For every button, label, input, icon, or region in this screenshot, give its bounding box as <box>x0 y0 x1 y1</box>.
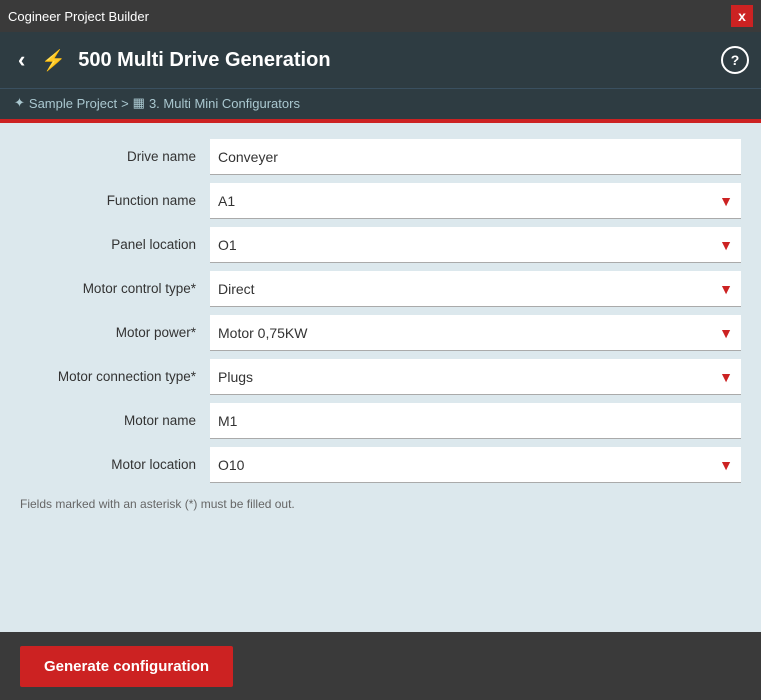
select-motor-location[interactable]: O10O11O12 <box>210 447 741 482</box>
select-wrapper-motor-connection-type: PlugsFixed▼ <box>210 359 741 395</box>
label-motor-power: Motor power* <box>20 324 210 342</box>
select-panel-location[interactable]: O1O2O3 <box>210 227 741 262</box>
help-icon: ? <box>731 52 740 68</box>
header-left: ‹ ⚡ 500 Multi Drive Generation <box>12 43 331 77</box>
select-wrapper-function-name: A1A2B1B2▼ <box>210 183 741 219</box>
label-function-name: Function name <box>20 192 210 210</box>
form-row-panel-location: Panel locationO1O2O3▼ <box>20 227 741 263</box>
label-motor-name: Motor name <box>20 412 210 430</box>
back-icon: ‹ <box>18 47 25 73</box>
input-motor-name[interactable] <box>210 403 741 439</box>
window-title: Cogineer Project Builder <box>8 9 149 24</box>
label-motor-control-type: Motor control type* <box>20 280 210 298</box>
form-row-motor-name: Motor name <box>20 403 741 439</box>
content-area[interactable]: Drive nameFunction nameA1A2B1B2▼Panel lo… <box>0 123 761 632</box>
select-wrapper-motor-power: Motor 0,75KWMotor 1,5KWMotor 2,2KW▼ <box>210 315 741 351</box>
select-function-name[interactable]: A1A2B1B2 <box>210 183 741 218</box>
form-row-motor-power: Motor power*Motor 0,75KWMotor 1,5KWMotor… <box>20 315 741 351</box>
close-button[interactable]: x <box>731 5 753 27</box>
back-button[interactable]: ‹ <box>12 43 31 77</box>
label-panel-location: Panel location <box>20 236 210 254</box>
select-wrapper-motor-location: O10O11O12▼ <box>210 447 741 483</box>
select-wrapper-panel-location: O1O2O3▼ <box>210 227 741 263</box>
select-motor-control-type[interactable]: DirectStar-DeltaSoft Starter <box>210 271 741 306</box>
form-row-motor-connection-type: Motor connection type*PlugsFixed▼ <box>20 359 741 395</box>
form-row-drive-name: Drive name <box>20 139 741 175</box>
breadcrumb-page-icon: ▦ <box>133 95 145 111</box>
form-row-motor-control-type: Motor control type*DirectStar-DeltaSoft … <box>20 271 741 307</box>
header: ‹ ⚡ 500 Multi Drive Generation ? <box>0 32 761 88</box>
label-drive-name: Drive name <box>20 148 210 166</box>
select-motor-connection-type[interactable]: PlugsFixed <box>210 359 741 394</box>
breadcrumb: ✦ Sample Project > ▦ 3. Multi Mini Confi… <box>0 88 761 119</box>
breadcrumb-project: Sample Project <box>29 96 117 111</box>
label-motor-connection-type: Motor connection type* <box>20 368 210 386</box>
form-row-motor-location: Motor locationO10O11O12▼ <box>20 447 741 483</box>
breadcrumb-page: 3. Multi Mini Configurators <box>149 96 300 111</box>
input-drive-name[interactable] <box>210 139 741 175</box>
header-title: 500 Multi Drive Generation <box>78 49 330 72</box>
main-window: Cogineer Project Builder x ‹ ⚡ 500 Multi… <box>0 0 761 700</box>
label-motor-location: Motor location <box>20 456 210 474</box>
form-container: Drive nameFunction nameA1A2B1B2▼Panel lo… <box>20 139 741 483</box>
footnote: Fields marked with an asterisk (*) must … <box>20 497 741 511</box>
generate-configuration-button[interactable]: Generate configuration <box>20 646 233 687</box>
select-wrapper-motor-control-type: DirectStar-DeltaSoft Starter▼ <box>210 271 741 307</box>
titlebar: Cogineer Project Builder x <box>0 0 761 32</box>
help-button[interactable]: ? <box>721 46 749 74</box>
footer: Generate configuration <box>0 632 761 700</box>
breadcrumb-prefix-icon: ✦ <box>14 95 25 111</box>
breadcrumb-separator: > <box>121 96 129 111</box>
select-motor-power[interactable]: Motor 0,75KWMotor 1,5KWMotor 2,2KW <box>210 315 741 350</box>
form-row-function-name: Function nameA1A2B1B2▼ <box>20 183 741 219</box>
lightning-icon: ⚡ <box>41 48 66 73</box>
